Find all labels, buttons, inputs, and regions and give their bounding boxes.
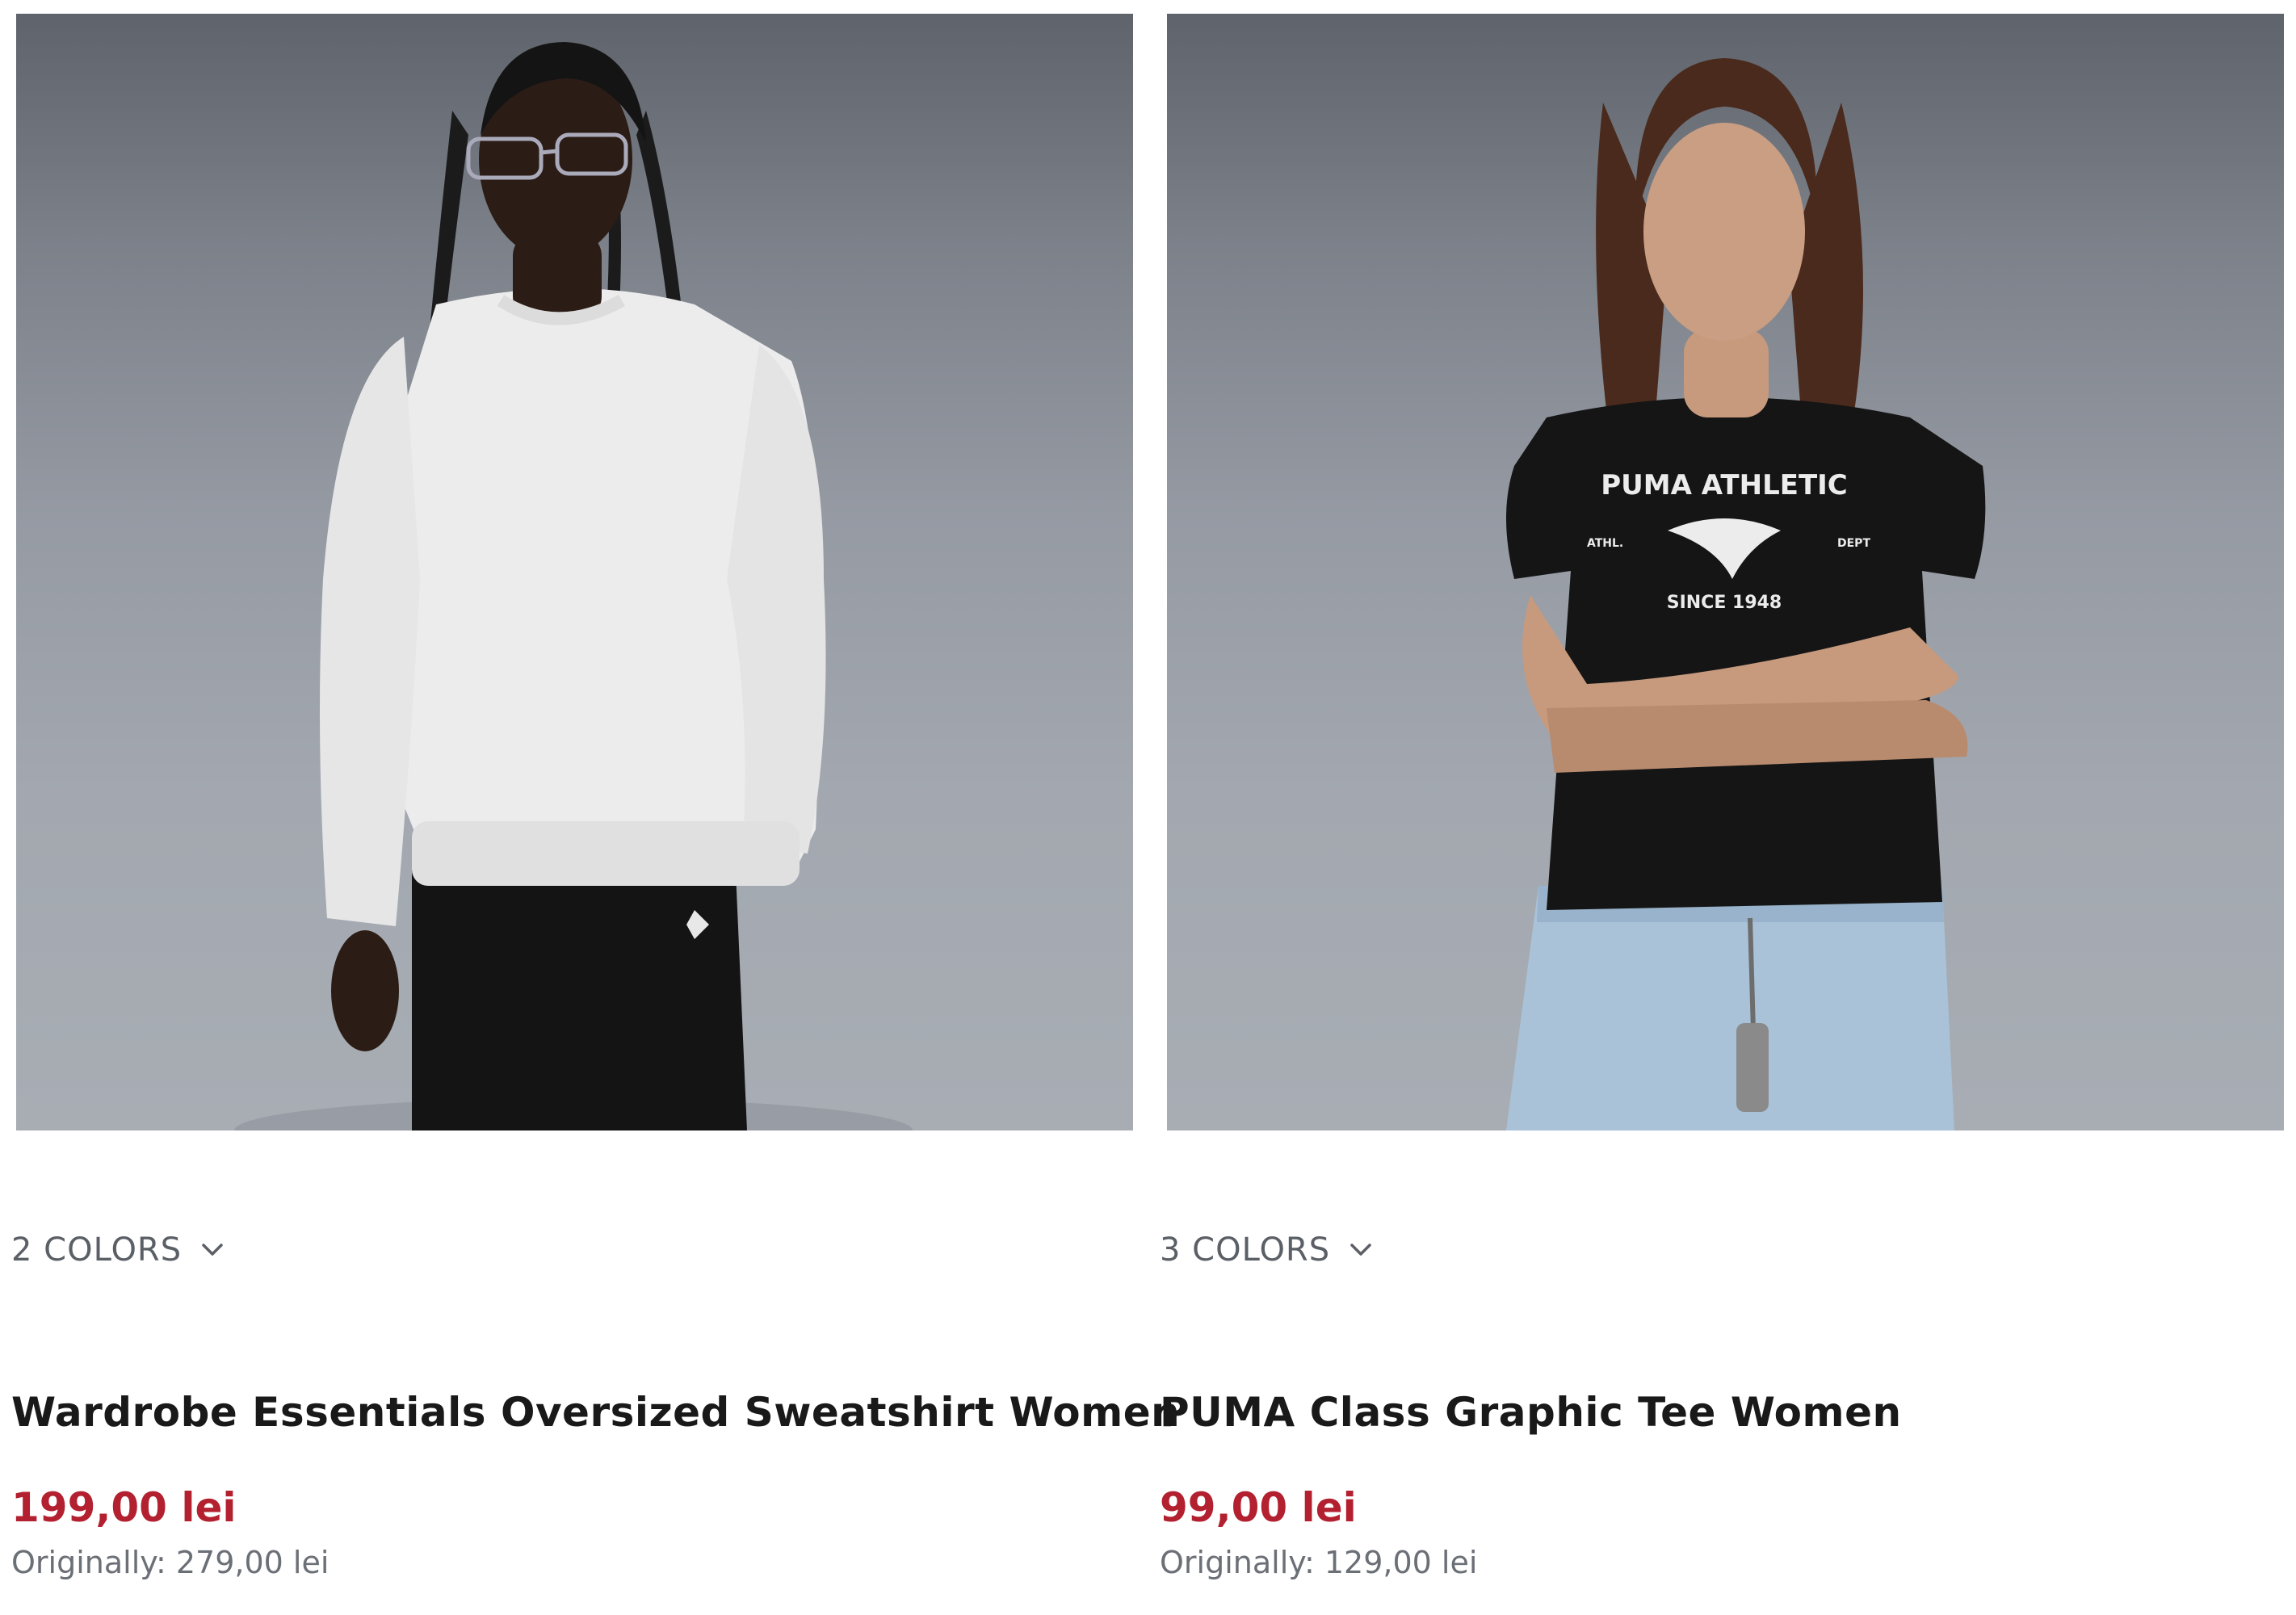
product-grid: 2 COLORS Wardrobe Essentials Oversized S…: [0, 0, 2296, 1615]
chevron-down-icon: [1348, 1237, 1374, 1263]
color-count-label: 2 COLORS: [11, 1231, 183, 1269]
model-photo: [234, 42, 913, 1130]
tee-graphic-left: ATHL.: [1587, 537, 1623, 550]
chevron-down-icon: [199, 1237, 225, 1263]
sale-price: 199,00 lei: [11, 1484, 237, 1531]
product-card[interactable]: 2 COLORS Wardrobe Essentials Oversized S…: [0, 0, 1180, 1615]
model-photo: PUMA ATHLETIC ATHL. DEPT SINCE 1948: [1506, 58, 1986, 1130]
sale-price: 99,00 lei: [1160, 1484, 1357, 1531]
tee-graphic-right: DEPT: [1837, 537, 1870, 550]
color-count-toggle[interactable]: 3 COLORS: [1160, 1231, 1374, 1269]
tee-graphic-since: SINCE 1948: [1667, 593, 1782, 613]
tee-graphic-title: PUMA ATHLETIC: [1601, 469, 1848, 501]
color-count-label: 3 COLORS: [1160, 1231, 1331, 1269]
product-name[interactable]: Wardrobe Essentials Oversized Sweatshirt…: [11, 1389, 1180, 1436]
product-image[interactable]: PUMA ATHLETIC ATHL. DEPT SINCE 1948: [1167, 14, 2284, 1130]
original-price: Originally: 129,00 lei: [1160, 1545, 1478, 1580]
product-name[interactable]: PUMA Class Graphic Tee Women: [1160, 1389, 1902, 1436]
color-count-toggle[interactable]: 2 COLORS: [11, 1231, 225, 1269]
product-image[interactable]: [16, 14, 1133, 1130]
product-card[interactable]: PUMA ATHLETIC ATHL. DEPT SINCE 1948 3 CO…: [1148, 0, 2284, 1615]
original-price: Originally: 279,00 lei: [11, 1545, 329, 1580]
